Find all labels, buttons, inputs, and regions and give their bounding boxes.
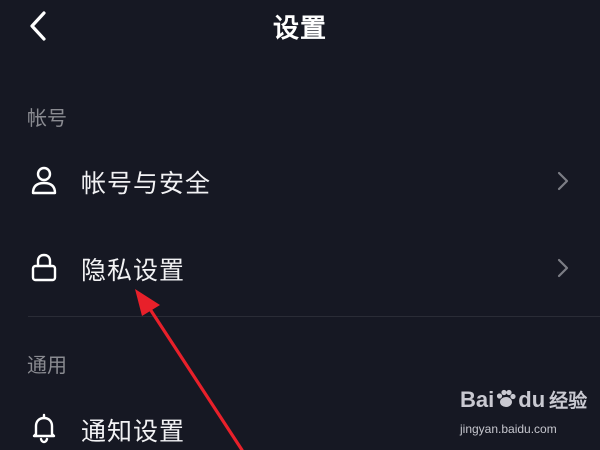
bell-icon bbox=[28, 412, 60, 444]
row-label: 帐号与安全 bbox=[81, 169, 212, 198]
section-label-general: 通用 bbox=[27, 353, 67, 377]
watermark-url: jingyan.baidu.com bbox=[460, 422, 557, 436]
section-label-account: 帐号 bbox=[27, 106, 67, 130]
row-account-security[interactable]: 帐号与安全 bbox=[0, 148, 600, 212]
user-icon bbox=[28, 164, 60, 196]
row-privacy-settings[interactable]: 隐私设置 bbox=[0, 235, 600, 299]
row-label: 通知设置 bbox=[81, 417, 186, 446]
lock-icon bbox=[28, 251, 60, 283]
watermark-brand: Bai du 经验 bbox=[460, 387, 588, 412]
section-divider bbox=[28, 316, 600, 317]
header-bar: 设置 bbox=[0, 0, 600, 52]
chevron-right-icon bbox=[556, 170, 570, 192]
annotation-arrow bbox=[135, 289, 244, 450]
paw-icon bbox=[497, 389, 516, 407]
settings-screen: 设置 帐号 帐号与安全 隐私设置 通用 通知设置 Bai du 经验 jingy… bbox=[0, 0, 600, 450]
chevron-right-icon bbox=[556, 257, 570, 279]
page-title: 设置 bbox=[272, 14, 327, 44]
baidu-jingyan-watermark: Bai du 经验 jingyan.baidu.com bbox=[460, 386, 590, 442]
row-label: 隐私设置 bbox=[81, 256, 186, 285]
